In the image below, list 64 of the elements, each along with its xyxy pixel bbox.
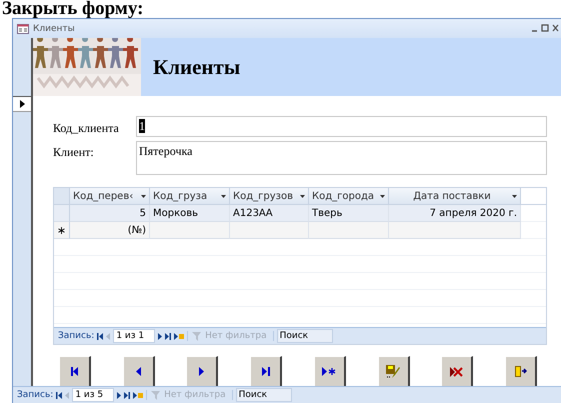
- new-record-icon: [322, 367, 336, 376]
- window-title: Клиенты: [33, 24, 75, 34]
- new-record-marker: ∗: [54, 222, 70, 239]
- filter-label: Нет фильтра: [205, 331, 267, 341]
- dropdown-caret-icon: [141, 194, 146, 198]
- first-record-icon: [70, 367, 78, 376]
- page-heading: Закрыть форму:: [2, 0, 144, 18]
- first-button[interactable]: [59, 356, 91, 388]
- last-record-icon[interactable]: [165, 332, 172, 340]
- table-cell: Морковь: [150, 205, 230, 222]
- input-field[interactable]: 1: [136, 116, 547, 137]
- record-label: Запись:: [58, 331, 94, 341]
- new-record-icon[interactable]: [174, 332, 184, 340]
- previous-button[interactable]: [122, 356, 155, 388]
- field-label: Код_клиента: [53, 120, 120, 136]
- column-header[interactable]: Код_груза: [150, 188, 230, 205]
- form-title: Клиенты: [153, 54, 240, 80]
- next-record-icon[interactable]: [117, 392, 122, 398]
- new-button[interactable]: [314, 356, 346, 388]
- next-button[interactable]: [186, 356, 218, 388]
- column-header[interactable]: Код_грузов: [230, 188, 309, 205]
- maximize-button[interactable]: [541, 24, 549, 32]
- delete-button[interactable]: [441, 356, 474, 388]
- record-position-field[interactable]: 1 из 1: [113, 329, 156, 343]
- record-position-field[interactable]: 1 из 5: [72, 388, 114, 402]
- column-header[interactable]: Код_города: [309, 188, 389, 205]
- table-cell: (№): [70, 222, 150, 239]
- next-record-icon: [199, 367, 204, 376]
- column-header[interactable]: Дата поставки: [389, 188, 521, 205]
- close-button[interactable]: [552, 24, 559, 32]
- exit-door-icon: [514, 365, 527, 378]
- input-field[interactable]: Пятерочка: [136, 141, 547, 175]
- filter-icon: [192, 332, 202, 340]
- dropdown-caret-icon: [221, 194, 226, 198]
- filter-icon: [151, 390, 162, 400]
- record-label: Запись:: [17, 390, 54, 400]
- field-label: Клиент:: [53, 144, 95, 160]
- filter-label: Нет фильтра: [164, 390, 226, 400]
- last-record-icon[interactable]: [124, 392, 130, 398]
- dropdown-caret-icon: [380, 194, 385, 198]
- delete-record-icon: [450, 366, 464, 376]
- current-record-icon: [20, 100, 24, 108]
- first-record-icon[interactable]: [56, 392, 62, 398]
- form-icon: [17, 24, 29, 34]
- table-cell: 5: [70, 205, 150, 222]
- search-field[interactable]: Поиск: [276, 329, 334, 343]
- new-record-icon[interactable]: [133, 392, 144, 398]
- table-cell: 7 апреля 2020 г.: [389, 205, 521, 222]
- dropdown-caret-icon: [512, 194, 517, 198]
- record-selector[interactable]: [13, 96, 31, 112]
- next-record-icon[interactable]: [158, 332, 162, 340]
- first-record-icon[interactable]: [97, 332, 104, 340]
- last-record-icon: [262, 367, 270, 376]
- previous-record-icon: [136, 367, 141, 376]
- table-cell: А123АА: [230, 205, 309, 222]
- save-button[interactable]: [378, 356, 410, 388]
- last-button[interactable]: [250, 356, 282, 388]
- search-field[interactable]: Поиск: [236, 388, 292, 402]
- dropdown-caret-icon: [300, 194, 305, 198]
- save-edit-icon: [386, 364, 400, 378]
- table-cell: Тверь: [309, 205, 389, 222]
- exit-button[interactable]: [504, 356, 537, 388]
- column-header[interactable]: Код_перев‹: [70, 188, 150, 205]
- minimize-button[interactable]: [532, 30, 537, 32]
